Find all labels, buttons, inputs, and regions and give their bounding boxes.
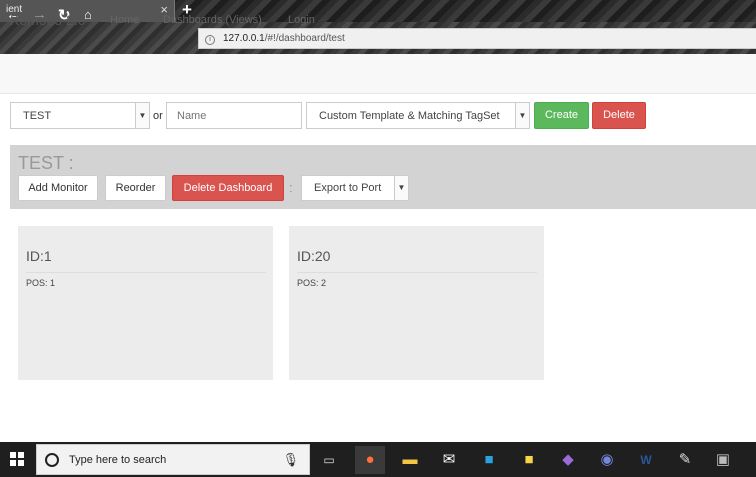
paint-icon[interactable]: ✎	[670, 446, 700, 474]
template-select-value: Custom Template & Matching TagSet	[319, 110, 500, 122]
monitor-id: ID:1	[26, 248, 52, 264]
brand-logo[interactable]: Komodo 2.0	[10, 12, 86, 28]
monitor-id: ID:20	[297, 248, 331, 264]
delete-dashboard-button[interactable]: Delete Dashboard	[172, 175, 284, 201]
chevron-down-icon: ▼	[135, 103, 149, 128]
delete-button[interactable]: Delete	[592, 102, 646, 129]
monitor-card[interactable]: ID:20 POS: 2	[289, 226, 544, 380]
sticky-notes-icon[interactable]: ■	[514, 446, 544, 474]
add-monitor-button[interactable]: Add Monitor	[18, 175, 98, 201]
divider	[297, 272, 537, 273]
store-icon[interactable]: ■	[474, 446, 504, 474]
nav-dashboards[interactable]: Dashboards (Views)	[163, 14, 262, 26]
search-placeholder: Type here to search	[69, 454, 167, 466]
dashboard-select-value: TEST	[23, 110, 52, 122]
microphone-icon[interactable]: 🎙	[282, 452, 299, 468]
name-input[interactable]	[166, 102, 302, 129]
app-icon[interactable]: ▣	[708, 446, 738, 474]
info-icon[interactable]: i	[205, 35, 215, 45]
url-bar[interactable]: i 127.0.0.1/#!/dashboard/test	[198, 28, 756, 49]
nav-login[interactable]: Login	[288, 14, 315, 26]
url-host: 127.0.0.1	[223, 33, 265, 44]
word-icon[interactable]: W	[631, 446, 661, 474]
file-explorer-icon[interactable]: ▬	[395, 446, 425, 474]
dashboard-title: TEST :	[18, 153, 74, 173]
app-navbar	[0, 54, 756, 94]
template-select[interactable]: Custom Template & Matching TagSet ▼	[306, 102, 530, 129]
mail-icon[interactable]: ✉	[434, 446, 464, 474]
monitor-pos: POS: 1	[26, 278, 56, 288]
cortana-icon	[45, 453, 59, 467]
url-path: /#!/dashboard/test	[264, 33, 345, 44]
taskbar-search-box[interactable]: Type here to search 🎙	[36, 444, 310, 475]
chevron-down-icon: ▼	[394, 176, 408, 200]
task-view-icon[interactable]: ▭	[314, 446, 344, 474]
discord-icon[interactable]: ◉	[592, 446, 622, 474]
export-to-port-label: Export to Port	[314, 182, 382, 194]
or-label: or	[153, 110, 163, 122]
export-to-port-select[interactable]: Export to Port ▼	[301, 175, 409, 201]
dashboard-select[interactable]: TEST ▼	[10, 102, 150, 129]
visual-studio-icon[interactable]: ◆	[553, 446, 583, 474]
firefox-icon[interactable]: ●	[355, 446, 385, 474]
nav-home[interactable]: Home	[110, 14, 139, 26]
monitor-card[interactable]: ID:1 POS: 1	[18, 226, 273, 380]
separator: :	[289, 180, 293, 195]
divider	[26, 272, 266, 273]
monitor-pos: POS: 2	[297, 278, 327, 288]
windows-start-icon[interactable]	[10, 452, 24, 466]
chevron-down-icon: ▼	[515, 103, 529, 128]
reorder-button[interactable]: Reorder	[105, 175, 166, 201]
create-button[interactable]: Create	[534, 102, 589, 129]
